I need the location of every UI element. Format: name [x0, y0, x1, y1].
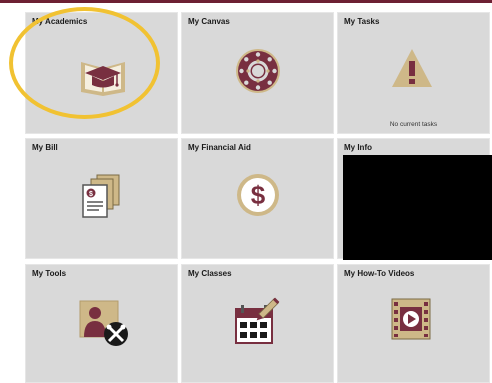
- tile-label: My Financial Aid: [188, 143, 251, 152]
- calendar-pencil-icon: [235, 297, 280, 344]
- svg-text:$: $: [251, 180, 266, 210]
- tile-my-bill[interactable]: My Bill $: [25, 138, 178, 259]
- tile-label: My How-To Videos: [344, 269, 415, 278]
- bill-documents-icon: $: [82, 174, 120, 218]
- tile-label: My Bill: [32, 143, 58, 152]
- tile-my-how-to-videos[interactable]: My How-To Videos: [337, 264, 490, 383]
- tile-label: My Academics: [32, 17, 88, 26]
- video-play-icon: [391, 298, 431, 340]
- canvas-logo-icon: [236, 49, 280, 93]
- svg-text:$: $: [89, 191, 93, 198]
- dollar-coin-icon: $: [237, 174, 279, 216]
- tile-label: My Classes: [188, 269, 232, 278]
- user-tools-icon: [79, 300, 128, 346]
- tile-my-academics[interactable]: My Academics: [25, 12, 178, 134]
- tile-my-tools[interactable]: My Tools: [25, 264, 178, 383]
- tile-my-canvas[interactable]: My Canvas: [181, 12, 334, 134]
- redaction-block: [343, 155, 492, 260]
- tile-my-tasks[interactable]: My Tasks No current tasks: [337, 12, 490, 134]
- dashboard-tile-grid: My Academics My Canvas My Tasks No curre…: [0, 0, 492, 383]
- tile-label: My Canvas: [188, 17, 230, 26]
- tile-my-classes[interactable]: My Classes: [181, 264, 334, 383]
- graduation-cap-icon: [81, 62, 125, 96]
- tile-label: My Tasks: [344, 17, 380, 26]
- tile-label: My Tools: [32, 269, 67, 278]
- tile-my-info[interactable]: My Info: [337, 138, 492, 260]
- tasks-status-text: No current tasks: [389, 121, 438, 128]
- warning-icon: [392, 49, 432, 87]
- tile-label: My Info: [344, 143, 372, 152]
- tile-my-financial-aid[interactable]: My Financial Aid $: [181, 138, 334, 259]
